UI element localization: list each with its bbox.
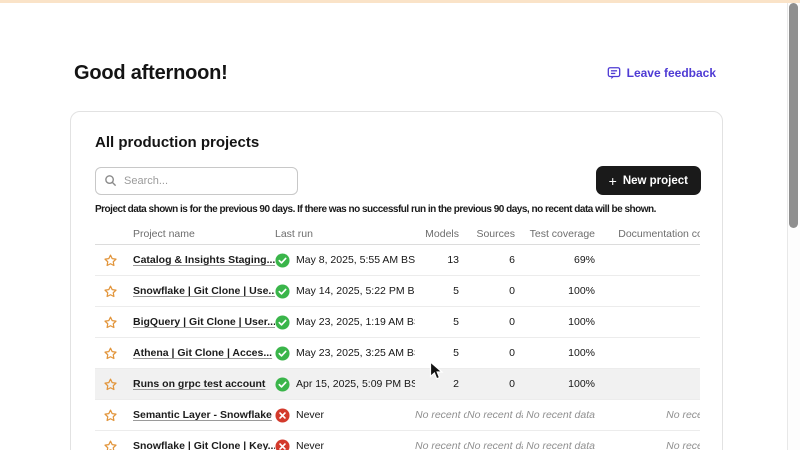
documentation-coverage-value: No recent data <box>603 440 700 450</box>
test-coverage-value: 69% <box>523 254 603 266</box>
column-header-documentation-coverage: Documentation coverage <box>603 228 700 240</box>
favorite-star-icon[interactable] <box>103 315 118 330</box>
new-project-button[interactable]: + New project <box>596 166 701 195</box>
favorite-star-icon[interactable] <box>103 346 118 361</box>
table-row[interactable]: Runs on grpc test account Apr 15, 2025, … <box>95 369 700 400</box>
success-check-icon <box>275 377 290 392</box>
project-name-link[interactable]: Catalog & Insights Staging... <box>133 254 275 266</box>
table-row[interactable]: Snowflake | Git Clone | Use... May 14, 2… <box>95 276 700 307</box>
leave-feedback-link[interactable]: Leave feedback <box>607 66 716 80</box>
project-name-link[interactable]: Athena | Git Clone | Acces... <box>133 347 272 359</box>
favorite-star-icon[interactable] <box>103 439 118 450</box>
scrollbar-thumb[interactable] <box>789 3 798 228</box>
success-check-icon <box>275 315 290 330</box>
table-row[interactable]: Athena | Git Clone | Acces... May 23, 20… <box>95 338 700 369</box>
last-run-value: Apr 15, 2025, 5:09 PM BST <box>296 378 415 390</box>
test-coverage-value: No recent data <box>523 440 603 450</box>
feedback-icon <box>607 66 621 80</box>
column-header-models: Models <box>415 228 467 240</box>
last-run-value: May 23, 2025, 1:19 AM BST <box>296 316 415 328</box>
column-header-sources: Sources <box>467 228 523 240</box>
models-value: 5 <box>415 316 467 328</box>
projects-card: All production projects + New project Pr… <box>70 111 723 450</box>
table-body: Catalog & Insights Staging... May 8, 202… <box>95 245 700 450</box>
new-project-label: New project <box>623 175 688 187</box>
test-coverage-value: No recent data <box>523 409 603 421</box>
favorite-star-icon[interactable] <box>103 377 118 392</box>
success-check-icon <box>275 346 290 361</box>
success-check-icon <box>275 253 290 268</box>
data-range-notice: Project data shown is for the previous 9… <box>95 204 716 215</box>
project-name-link[interactable]: BigQuery | Git Clone | User... <box>133 316 275 328</box>
error-x-icon <box>275 408 290 423</box>
plus-icon: + <box>609 174 617 188</box>
error-x-icon <box>275 439 290 450</box>
project-name-link[interactable]: Snowflake | Git Clone | Use... <box>133 285 275 297</box>
favorite-star-icon[interactable] <box>103 253 118 268</box>
table-row[interactable]: BigQuery | Git Clone | User... May 23, 2… <box>95 307 700 338</box>
models-value: 5 <box>415 347 467 359</box>
project-name-link[interactable]: Semantic Layer - Snowflake <box>133 409 272 421</box>
card-title: All production projects <box>95 134 259 151</box>
page-title: Good afternoon! <box>74 62 228 85</box>
last-run-value: May 14, 2025, 5:22 PM BST <box>296 285 415 297</box>
sources-value: 0 <box>467 285 523 297</box>
sources-value: 6 <box>467 254 523 266</box>
documentation-coverage-value: No recent data <box>603 409 700 421</box>
table-header-row: Project name Last run Models Sources Tes… <box>95 223 700 245</box>
test-coverage-value: 100% <box>523 378 603 390</box>
models-value: No recent data <box>415 440 467 450</box>
sources-value: 0 <box>467 378 523 390</box>
table-row[interactable]: Snowflake | Git Clone | Key... Never No <box>95 431 700 450</box>
column-header-last-run: Last run <box>275 228 415 240</box>
column-header-test-coverage: Test coverage <box>523 228 603 240</box>
page-scrollbar[interactable] <box>787 0 800 450</box>
sources-value: 0 <box>467 347 523 359</box>
last-run-value: May 23, 2025, 3:25 AM BST <box>296 347 415 359</box>
search-icon <box>104 174 117 187</box>
dashboard-page: Good afternoon! Leave feedback All produ… <box>0 0 800 450</box>
project-name-link[interactable]: Snowflake | Git Clone | Key... <box>133 440 275 450</box>
table-row[interactable]: Semantic Layer - Snowflake Never No rece <box>95 400 700 431</box>
last-run-value: Never <box>296 440 324 450</box>
last-run-value: Never <box>296 409 324 421</box>
test-coverage-value: 100% <box>523 347 603 359</box>
projects-table: Project name Last run Models Sources Tes… <box>95 223 700 450</box>
leave-feedback-label: Leave feedback <box>627 66 716 80</box>
last-run-value: May 8, 2025, 5:55 AM BST <box>296 254 415 266</box>
table-row[interactable]: Catalog & Insights Staging... May 8, 202… <box>95 245 700 276</box>
sources-value: No recent data <box>467 440 523 450</box>
success-check-icon <box>275 284 290 299</box>
test-coverage-value: 100% <box>523 316 603 328</box>
models-value: 5 <box>415 285 467 297</box>
sources-value: No recent data <box>467 409 523 421</box>
top-accent-bar <box>0 0 800 3</box>
models-value: 13 <box>415 254 467 266</box>
test-coverage-value: 100% <box>523 285 603 297</box>
models-value: No recent data <box>415 409 467 421</box>
project-name-link[interactable]: Runs on grpc test account <box>133 378 265 390</box>
favorite-star-icon[interactable] <box>103 408 118 423</box>
column-header-project-name: Project name <box>125 228 275 240</box>
sources-value: 0 <box>467 316 523 328</box>
search-box <box>95 167 298 195</box>
favorite-star-icon[interactable] <box>103 284 118 299</box>
search-input[interactable] <box>95 167 298 195</box>
models-value: 2 <box>415 378 467 390</box>
